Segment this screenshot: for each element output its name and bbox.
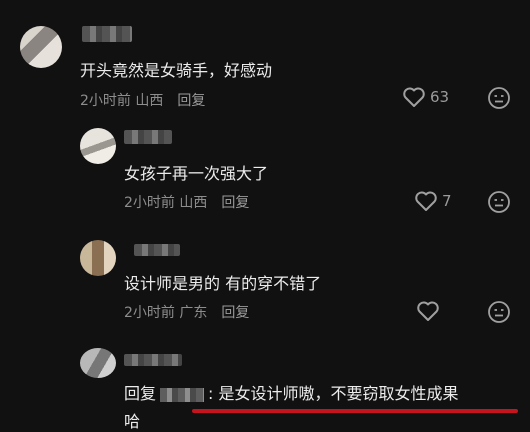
like-button[interactable]: 63 — [402, 86, 449, 108]
reply-prefix: 回复 — [124, 384, 157, 403]
comment-meta: 2小时前 广东 回复 — [124, 302, 249, 322]
reply-body: : 是女设计师嗷，不要窃取女性成果 — [208, 384, 459, 403]
comment-time-location: 2小时前 山西 — [80, 93, 164, 109]
heart-outline-icon — [402, 86, 426, 108]
like-button[interactable] — [416, 300, 440, 322]
like-count: 7 — [442, 192, 452, 210]
username-blurred[interactable] — [124, 130, 172, 144]
avatar[interactable] — [80, 128, 116, 164]
red-underline-annotation — [192, 409, 518, 413]
comment-text-continuation: 哈 — [124, 412, 141, 431]
heart-outline-icon — [416, 300, 440, 322]
comment-text: 设计师是男的 有的穿不错了 — [124, 274, 322, 293]
dislike-button[interactable] — [487, 86, 511, 110]
meh-face-icon — [487, 86, 511, 110]
comment-time-location: 2小时前 广东 — [124, 305, 208, 321]
username-blurred[interactable] — [82, 26, 132, 42]
dislike-button[interactable] — [487, 300, 511, 324]
heart-outline-icon — [414, 190, 438, 212]
like-button[interactable]: 7 — [414, 190, 452, 212]
comment-time-location: 2小时前 山西 — [124, 195, 208, 211]
username-blurred[interactable] — [134, 244, 180, 256]
comment-text: 开头竟然是女骑手，好感动 — [80, 61, 273, 80]
comment-text: 回复 : 是女设计师嗷，不要窃取女性成果 — [124, 380, 459, 404]
comment-text: 女孩子再一次强大了 — [124, 164, 269, 183]
username-blurred[interactable] — [124, 354, 182, 366]
comment-meta: 2小时前 山西 回复 — [124, 192, 249, 212]
reply-button[interactable]: 回复 — [221, 195, 249, 211]
avatar[interactable] — [20, 26, 62, 68]
comment-meta: 2小时前 山西 回复 — [80, 90, 205, 110]
reply-button[interactable]: 回复 — [221, 305, 249, 321]
reply-button[interactable]: 回复 — [177, 93, 205, 109]
meh-face-icon — [487, 300, 511, 324]
meh-face-icon — [487, 190, 511, 214]
avatar[interactable] — [80, 348, 116, 378]
dislike-button[interactable] — [487, 190, 511, 214]
avatar[interactable] — [80, 240, 116, 276]
like-count: 63 — [430, 88, 450, 106]
mention-blurred[interactable] — [160, 387, 205, 402]
